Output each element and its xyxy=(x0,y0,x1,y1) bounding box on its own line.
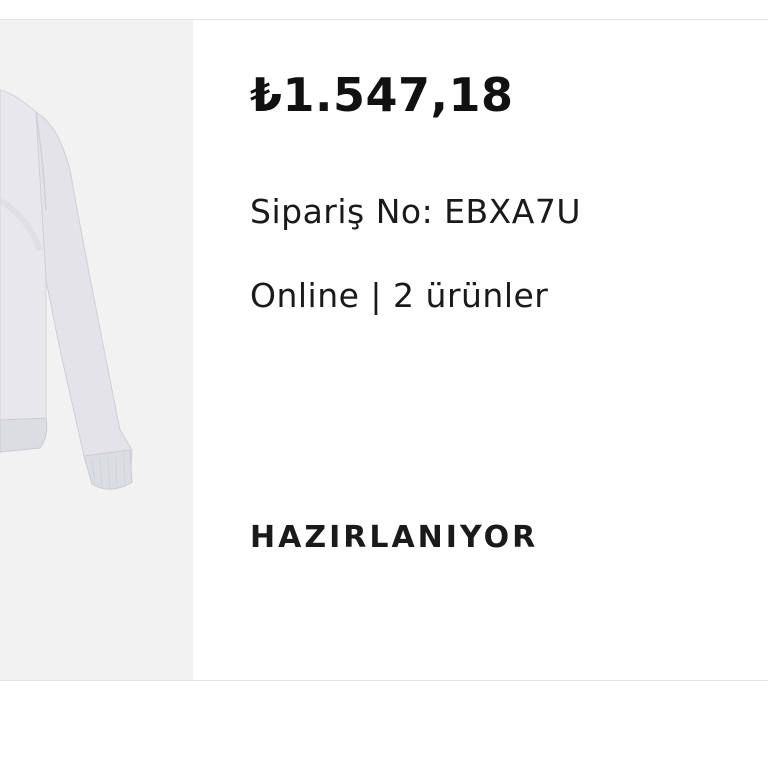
order-info: ₺1.547,18 Sipariş No: EBXA7U Online | 2 … xyxy=(250,20,750,680)
order-total-price: ₺1.547,18 xyxy=(250,68,514,122)
order-card[interactable]: ₺1.547,18 Sipariş No: EBXA7U Online | 2 … xyxy=(0,20,768,680)
sweatshirt-product-image xyxy=(0,89,133,490)
divider xyxy=(0,680,768,681)
order-status: HAZIRLANIYOR xyxy=(250,520,539,555)
order-list-screen: ₺1.547,18 Sipariş No: EBXA7U Online | 2 … xyxy=(0,0,768,768)
order-number: Sipariş No: EBXA7U xyxy=(250,192,582,231)
order-channel-item-count: Online | 2 ürünler xyxy=(250,276,549,315)
product-thumbnail[interactable] xyxy=(0,20,193,680)
